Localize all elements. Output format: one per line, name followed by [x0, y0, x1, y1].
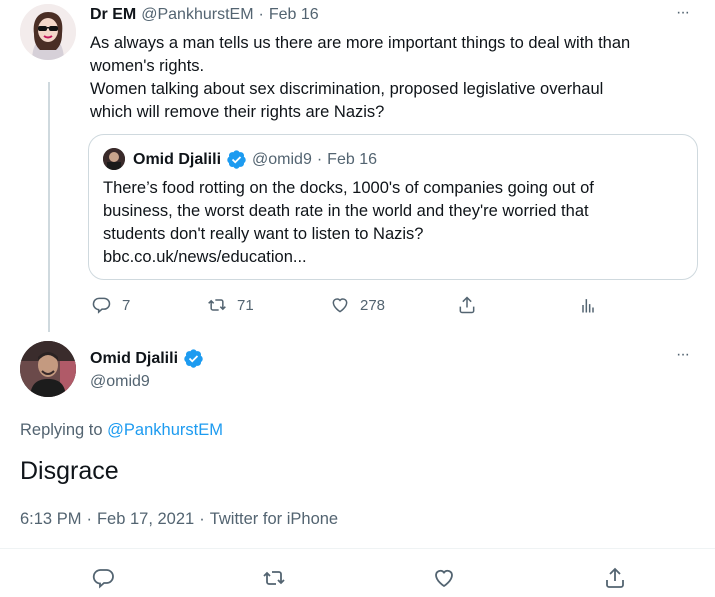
like-icon: [435, 569, 453, 588]
avatar-illustration: [20, 341, 76, 397]
tweet1-handle[interactable]: @PankhurstEM: [141, 6, 253, 24]
tweet2-header: Omid Djalili @omid9: [90, 348, 204, 391]
retweet-button[interactable]: 71: [207, 295, 254, 315]
quote-text-line: There’s food rotting on the docks, 1000'…: [103, 179, 594, 197]
verified-icon: [183, 348, 204, 369]
like-icon: [332, 298, 348, 313]
like-button[interactable]: [432, 566, 456, 590]
share-button[interactable]: [457, 295, 477, 315]
tweet1-text-line: women's rights.: [90, 57, 205, 75]
more-icon: ···: [676, 4, 690, 21]
analytics-button[interactable]: [578, 295, 598, 315]
quote-tweet-card[interactable]: Omid Djalili @omid9 · Feb 16 There’s foo…: [88, 134, 698, 280]
tweet1-date[interactable]: Feb 16: [269, 6, 319, 24]
verified-icon: [226, 149, 247, 170]
share-icon: [459, 296, 475, 314]
tweet1-text-line: Women talking about sex discrimination, …: [90, 80, 604, 98]
more-icon: ···: [676, 346, 690, 363]
quote-display-name: Omid Djalili: [133, 150, 222, 168]
share-icon: [606, 567, 624, 588]
quote-text-line: students don't really want to listen to …: [103, 225, 424, 243]
tweet1-more-button[interactable]: ···: [676, 4, 690, 22]
tweet2-sep: ·: [86, 510, 92, 528]
avatar-dr-em[interactable]: [20, 4, 76, 60]
replying-to-handle[interactable]: @PankhurstEM: [107, 421, 223, 439]
tweet1-text-line: As always a man tells us there are more …: [90, 34, 631, 52]
thread-connector-line: [48, 82, 50, 332]
quote-date: Feb 16: [327, 150, 377, 168]
quote-separator: ·: [316, 150, 323, 168]
retweet-icon: [208, 299, 226, 311]
divider: [0, 548, 715, 549]
reply-button[interactable]: 7: [92, 295, 130, 315]
quote-text-line: business, the worst death rate in the wo…: [103, 202, 589, 220]
tweet1-header: Dr EM @PankhurstEM · Feb 16: [90, 6, 319, 24]
retweet-icon: [263, 571, 285, 585]
replying-to: Replying to @PankhurstEM: [20, 421, 223, 440]
tweet2-name-row: Omid Djalili: [90, 348, 204, 369]
reply-count: 7: [122, 296, 131, 314]
tweet2-text: Disgrace: [20, 457, 119, 485]
quote-link[interactable]: bbc.co.uk/news/education...: [103, 246, 693, 269]
reply-icon: [92, 297, 111, 314]
avatar-omid-djalili[interactable]: [20, 341, 76, 397]
tweet2-source[interactable]: Twitter for iPhone: [210, 510, 338, 529]
tweet1-separator: ·: [258, 6, 264, 23]
like-button[interactable]: 278: [330, 295, 385, 315]
quote-header: Omid Djalili @omid9 · Feb 16: [133, 149, 377, 170]
avatar-illustration: [20, 4, 76, 60]
retweet-count: 71: [237, 296, 254, 314]
retweet-button[interactable]: [262, 566, 286, 590]
tweet1-text: As always a man tells us there are more …: [90, 32, 690, 124]
tweet2-meta: 6:13 PM · Feb 17, 2021 · Twitter for iPh…: [20, 510, 338, 529]
tweet1-text-line: which will remove their rights are Nazis…: [90, 103, 385, 121]
reply-icon: [92, 569, 114, 589]
analytics-icon: [582, 299, 594, 313]
tweet2-handle[interactable]: @omid9: [90, 373, 204, 391]
share-button[interactable]: [603, 566, 627, 590]
quote-avatar-illustration: [103, 148, 125, 170]
quote-avatar: [103, 148, 125, 170]
tweet1-display-name[interactable]: Dr EM: [90, 6, 136, 24]
tweet2-time[interactable]: 6:13 PM: [20, 510, 81, 529]
tweet2-display-name[interactable]: Omid Djalili: [90, 350, 178, 368]
tweet2-date[interactable]: Feb 17, 2021: [97, 510, 194, 529]
quote-handle: @omid9: [252, 150, 312, 168]
like-count: 278: [360, 296, 386, 314]
tweet2-sep: ·: [199, 510, 205, 528]
replying-to-prefix: Replying to: [20, 421, 103, 439]
tweet2-more-button[interactable]: ···: [676, 346, 690, 364]
quote-text: There’s food rotting on the docks, 1000'…: [103, 177, 693, 269]
reply-button[interactable]: [92, 566, 116, 590]
